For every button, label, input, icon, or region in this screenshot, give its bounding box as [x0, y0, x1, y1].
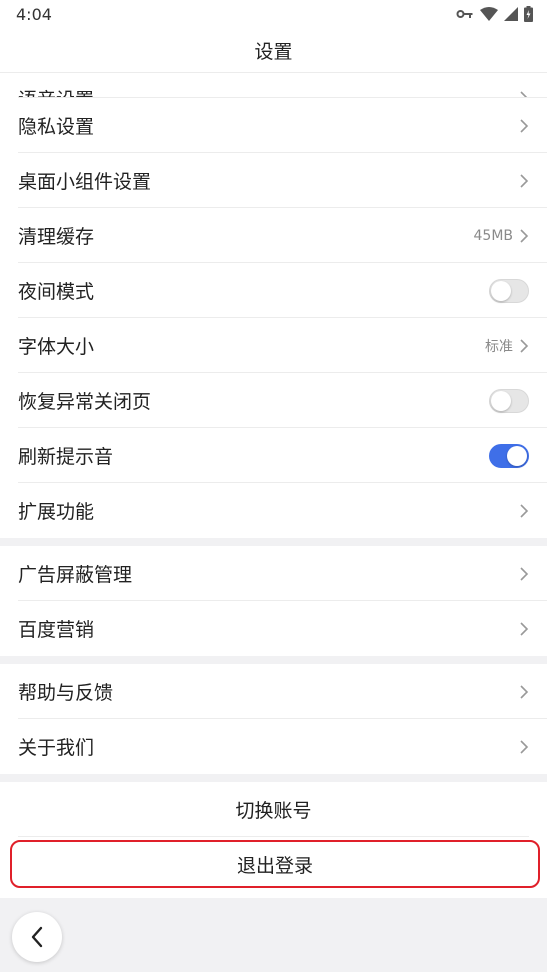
settings-row-extensions[interactable]: 扩展功能: [0, 483, 547, 538]
night-mode-toggle[interactable]: [489, 278, 529, 303]
settings-row-ad-block[interactable]: 广告屏蔽管理: [0, 546, 547, 601]
logout-container: 退出登录: [0, 837, 547, 888]
chevron-right-icon: [520, 503, 529, 518]
battery-charging-icon: [524, 6, 533, 22]
toggle-knob: [491, 390, 511, 411]
settings-row-label: 夜间模式: [18, 281, 95, 303]
chevron-right-icon: [520, 228, 529, 243]
settings-row-label: 广告屏蔽管理: [18, 564, 133, 586]
settings-row-label: 刷新提示音: [18, 446, 114, 468]
toggle-knob: [507, 445, 527, 466]
settings-row-restore-pages: 恢复异常关闭页: [0, 373, 547, 428]
chevron-right-icon: [520, 566, 529, 581]
settings-list[interactable]: 语音设置 隐私设置 桌面小组件设置 清理缓存 45MB 夜间模式 字体大小 标准…: [0, 72, 547, 972]
settings-row-label: 隐私设置: [18, 116, 95, 138]
settings-row-label: 语音设置: [18, 85, 519, 98]
settings-row-label: 百度营销: [18, 619, 95, 641]
settings-row-font-size[interactable]: 字体大小 标准: [0, 318, 547, 373]
toggle-knob: [491, 280, 511, 301]
font-size-value: 标准: [485, 338, 513, 355]
chevron-right-icon: [520, 91, 529, 98]
chevron-right-icon: [520, 118, 529, 133]
cache-size-value: 45MB: [473, 227, 514, 244]
settings-row-baidu-marketing[interactable]: 百度营销: [0, 601, 547, 656]
logout-button[interactable]: 退出登录: [10, 840, 540, 888]
settings-row-label: 帮助与反馈: [18, 682, 114, 704]
settings-row-label: 恢复异常关闭页: [18, 391, 152, 413]
settings-row-help-feedback[interactable]: 帮助与反馈: [0, 664, 547, 719]
settings-row-refresh-sound: 刷新提示音: [0, 428, 547, 483]
vpn-key-icon: [456, 10, 473, 18]
chevron-right-icon: [520, 739, 529, 754]
settings-row-voice[interactable]: 语音设置: [0, 72, 547, 98]
wifi-icon: [480, 7, 498, 21]
section-divider: [0, 656, 547, 664]
settings-row-clear-cache[interactable]: 清理缓存 45MB: [0, 208, 547, 263]
section-divider: [0, 774, 547, 782]
settings-row-about-us[interactable]: 关于我们: [0, 719, 547, 774]
chevron-right-icon: [520, 338, 529, 353]
bottom-toolbar: [0, 898, 547, 972]
settings-row-privacy[interactable]: 隐私设置: [0, 98, 547, 153]
settings-row-label: 关于我们: [18, 737, 95, 759]
switch-account-button[interactable]: 切换账号: [0, 782, 547, 837]
settings-row-label: 扩展功能: [18, 501, 95, 523]
chevron-right-icon: [520, 684, 529, 699]
chevron-right-icon: [520, 173, 529, 188]
status-bar: 4:04: [0, 0, 547, 28]
header: 设置: [0, 28, 547, 73]
signal-icon: [504, 7, 518, 21]
status-time: 4:04: [16, 4, 52, 24]
settings-row-label: 清理缓存: [18, 226, 95, 248]
back-button[interactable]: [12, 912, 62, 962]
chevron-right-icon: [520, 621, 529, 636]
section-divider: [0, 538, 547, 546]
restore-pages-toggle[interactable]: [489, 388, 529, 413]
settings-row-label: 桌面小组件设置: [18, 171, 152, 193]
settings-row-desktop-widget[interactable]: 桌面小组件设置: [0, 153, 547, 208]
page-title: 设置: [254, 40, 293, 63]
refresh-sound-toggle[interactable]: [489, 443, 529, 468]
chevron-left-icon: [31, 926, 43, 948]
status-icons: [456, 6, 533, 22]
settings-row-night-mode: 夜间模式: [0, 263, 547, 318]
settings-row-label: 字体大小: [18, 336, 95, 358]
